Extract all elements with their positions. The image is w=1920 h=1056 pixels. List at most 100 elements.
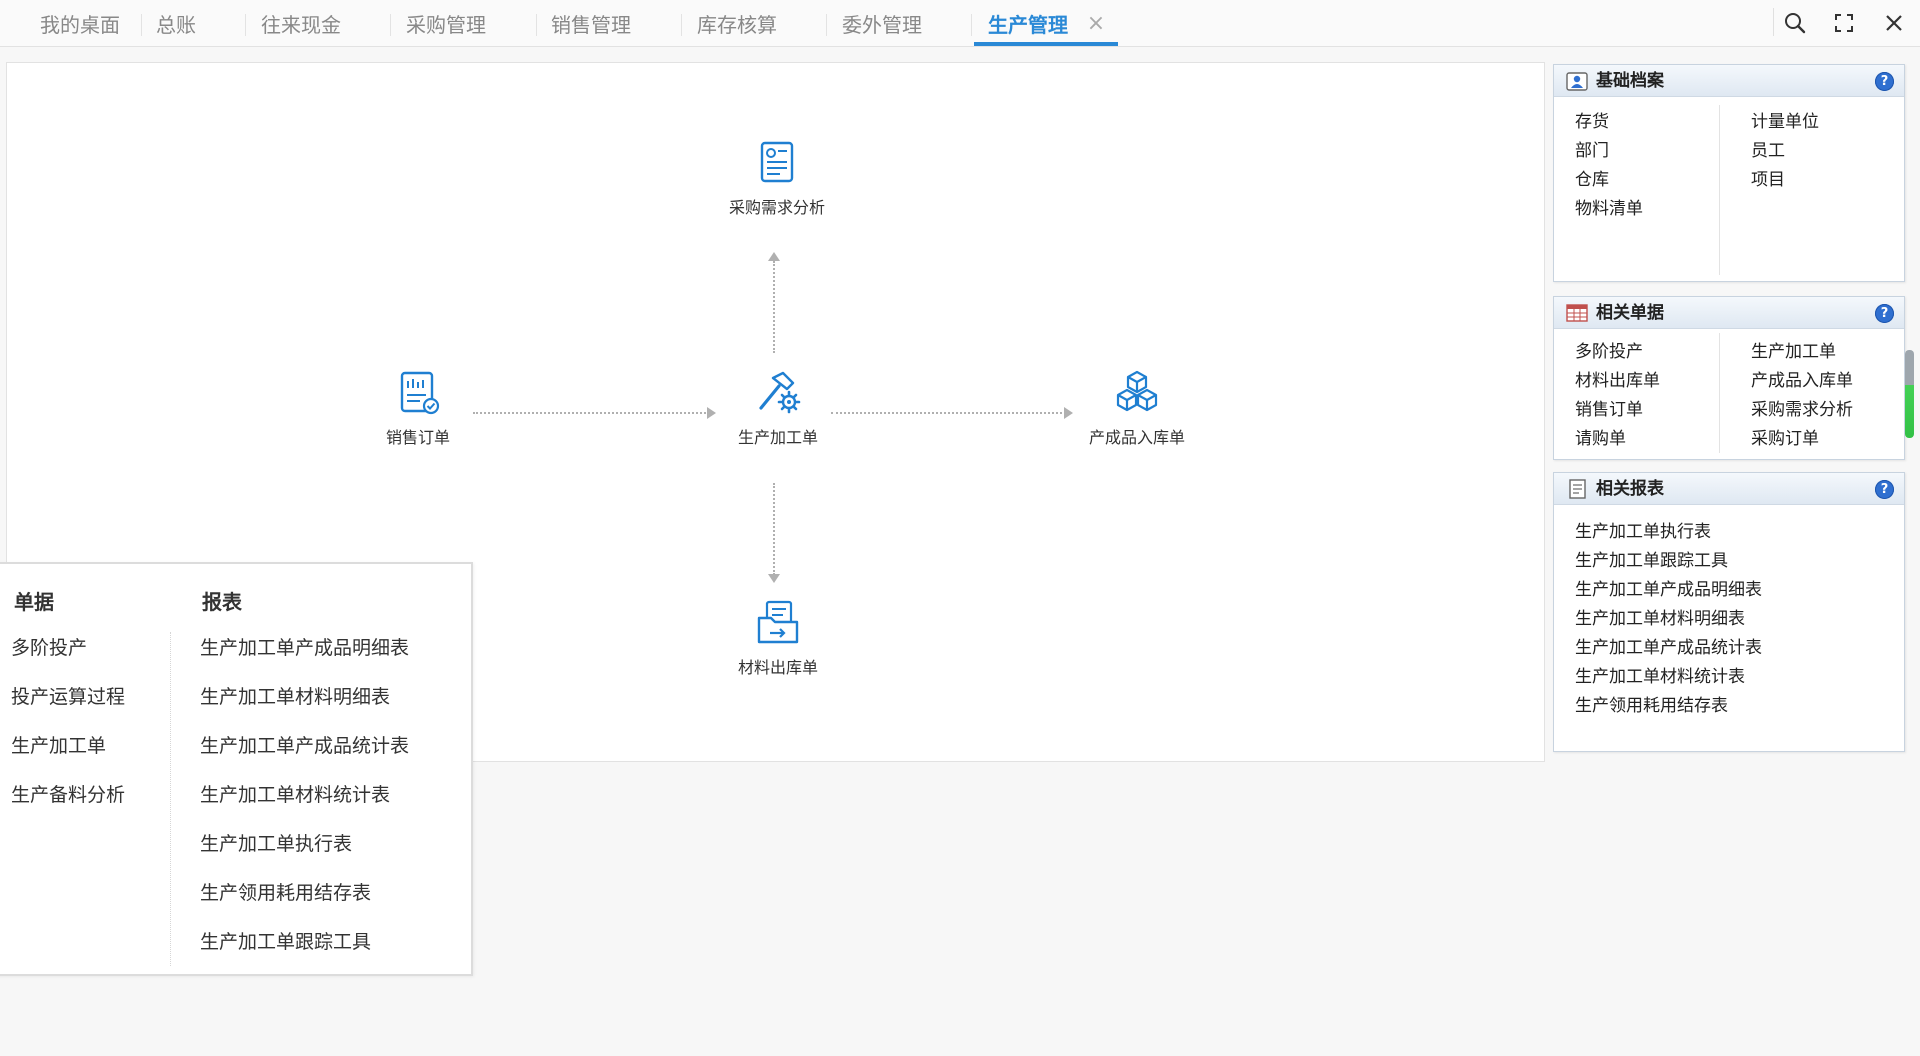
popup-divider xyxy=(170,632,171,966)
panel-basic-archives: 基础档案 ? 存货 部门 仓库 物料清单 计量单位 员工 项目 xyxy=(1553,64,1905,282)
flow-connector xyxy=(473,412,709,414)
hammer-gear-icon xyxy=(759,371,801,414)
tab-purchase-mgmt[interactable]: 采购管理 xyxy=(406,0,486,47)
help-icon[interactable]: ? xyxy=(1875,304,1894,323)
flow-node-material-out[interactable]: 材料出库单 xyxy=(708,598,848,678)
tab-outsourcing-mgmt[interactable]: 委外管理 xyxy=(842,0,922,47)
flow-connector xyxy=(773,261,775,353)
flow-arrowhead xyxy=(707,407,716,419)
tab-ar-ap-cash[interactable]: 往来现金 xyxy=(261,0,341,47)
flow-node-label: 销售订单 xyxy=(385,428,450,447)
close-icon[interactable] xyxy=(1879,8,1909,38)
report-icon xyxy=(1569,479,1586,499)
panel-column-divider xyxy=(1719,333,1720,453)
panel-link[interactable]: 存货 xyxy=(1575,107,1609,132)
panel-link[interactable]: 物料清单 xyxy=(1575,194,1643,219)
panel-header: 相关报表 ? xyxy=(1554,473,1904,505)
popup-doc-item[interactable]: 投产运算过程 xyxy=(11,682,125,709)
tab-inventory-costing[interactable]: 库存核算 xyxy=(697,0,777,47)
panel-link[interactable]: 产成品入库单 xyxy=(1751,366,1853,391)
popup-report-item[interactable]: 生产加工单跟踪工具 xyxy=(200,927,371,954)
document-check-icon xyxy=(400,371,440,415)
panel-link[interactable]: 生产加工单执行表 xyxy=(1575,517,1711,542)
panel-header: 基础档案 ? xyxy=(1554,65,1904,97)
tab-separator xyxy=(245,14,246,36)
tab-production-mgmt[interactable]: 生产管理 xyxy=(988,0,1068,47)
popup-documents-title: 单据 xyxy=(14,590,54,614)
panel-column-divider xyxy=(1719,105,1720,275)
panel-title: 相关单据 xyxy=(1596,303,1664,323)
tab-separator xyxy=(971,14,972,36)
panel-link[interactable]: 仓库 xyxy=(1575,165,1609,190)
active-tab-indicator xyxy=(974,42,1118,46)
tab-separator xyxy=(141,14,142,36)
popup-reports-title: 报表 xyxy=(202,590,242,614)
flow-node-label: 生产加工单 xyxy=(737,428,818,447)
toolbar-separator xyxy=(1773,8,1774,36)
tab-sales-mgmt[interactable]: 销售管理 xyxy=(551,0,631,47)
tab-separator xyxy=(390,14,391,36)
panel-link[interactable]: 请购单 xyxy=(1575,424,1626,449)
panel-link[interactable]: 生产加工单材料统计表 xyxy=(1575,662,1745,687)
popup-report-item[interactable]: 生产加工单产成品统计表 xyxy=(200,731,409,758)
popup-doc-item[interactable]: 生产加工单 xyxy=(11,731,106,758)
flow-node-purchase-demand[interactable]: 采购需求分析 xyxy=(707,138,847,218)
popup-report-item[interactable]: 生产加工单材料统计表 xyxy=(200,780,390,807)
panel-link[interactable]: 员工 xyxy=(1751,136,1785,161)
tab-separator xyxy=(681,14,682,36)
flow-arrowhead xyxy=(768,252,780,261)
panel-title: 相关报表 xyxy=(1596,479,1664,499)
flow-arrowhead xyxy=(768,574,780,583)
panel-title: 基础档案 xyxy=(1596,71,1664,91)
folder-arrow-icon xyxy=(757,600,799,644)
panel-link[interactable]: 部门 xyxy=(1575,136,1609,161)
flow-node-production-order[interactable]: 生产加工单 xyxy=(708,368,848,448)
panel-related-documents: 相关单据 ? 多阶投产 材料出库单 销售订单 请购单 生产加工单 产成品入库单 … xyxy=(1553,296,1905,460)
tab-my-desktop[interactable]: 我的桌面 xyxy=(40,0,120,47)
quick-menu-popup: 单据 报表 多阶投产 投产运算过程 生产加工单 生产备料分析 生产加工单产成品明… xyxy=(0,562,473,976)
flow-node-finished-goods-in[interactable]: 产成品入库单 xyxy=(1067,368,1207,448)
panel-link[interactable]: 生产加工单产成品明细表 xyxy=(1575,575,1762,600)
panel-link[interactable]: 采购订单 xyxy=(1751,424,1819,449)
top-tab-bar: 我的桌面 总账 往来现金 采购管理 销售管理 库存核算 委外管理 生产管理 × xyxy=(0,0,1920,47)
popup-report-item[interactable]: 生产加工单产成品明细表 xyxy=(200,633,409,660)
panel-link[interactable]: 材料出库单 xyxy=(1575,366,1660,391)
flow-connector xyxy=(831,412,1066,414)
panel-link[interactable]: 生产领用耗用结存表 xyxy=(1575,691,1728,716)
popup-report-item[interactable]: 生产加工单执行表 xyxy=(200,829,352,856)
panel-link[interactable]: 生产加工单材料明细表 xyxy=(1575,604,1745,629)
panel-link[interactable]: 生产加工单产成品统计表 xyxy=(1575,633,1762,658)
tab-separator xyxy=(536,14,537,36)
maximize-icon[interactable] xyxy=(1829,8,1859,38)
flow-arrowhead xyxy=(1064,407,1073,419)
panel-link[interactable]: 生产加工单跟踪工具 xyxy=(1575,546,1728,571)
search-icon[interactable] xyxy=(1780,8,1810,38)
panel-link[interactable]: 多阶投产 xyxy=(1575,337,1643,362)
tab-general-ledger[interactable]: 总账 xyxy=(156,0,196,47)
panel-link[interactable]: 采购需求分析 xyxy=(1751,395,1853,420)
panel-link[interactable]: 生产加工单 xyxy=(1751,337,1836,362)
flow-node-sales-order[interactable]: 销售订单 xyxy=(348,368,488,448)
scrollbar-thumb[interactable] xyxy=(1905,350,1914,438)
panel-related-reports: 相关报表 ? 生产加工单执行表 生产加工单跟踪工具 生产加工单产成品明细表 生产… xyxy=(1553,472,1905,752)
flow-connector xyxy=(773,483,775,575)
panel-link[interactable]: 项目 xyxy=(1751,165,1785,190)
flow-node-label: 产成品入库单 xyxy=(1088,428,1185,447)
panel-header: 相关单据 ? xyxy=(1554,297,1904,329)
table-grid-icon xyxy=(1566,304,1588,322)
help-icon[interactable]: ? xyxy=(1875,480,1894,499)
flow-node-label: 采购需求分析 xyxy=(728,198,825,217)
flow-node-label: 材料出库单 xyxy=(737,658,818,677)
popup-doc-item[interactable]: 生产备料分析 xyxy=(11,780,125,807)
help-icon[interactable]: ? xyxy=(1875,72,1894,91)
panel-link[interactable]: 计量单位 xyxy=(1751,107,1819,132)
tab-close-icon[interactable]: × xyxy=(1084,10,1108,38)
panel-link[interactable]: 销售订单 xyxy=(1575,395,1643,420)
popup-report-item[interactable]: 生产加工单材料明细表 xyxy=(200,682,390,709)
cubes-icon xyxy=(1116,370,1158,412)
tab-separator xyxy=(826,14,827,36)
popup-report-item[interactable]: 生产领用耗用结存表 xyxy=(200,878,371,905)
document-chart-icon xyxy=(760,141,794,183)
user-card-icon xyxy=(1566,72,1588,91)
popup-doc-item[interactable]: 多阶投产 xyxy=(11,633,87,660)
